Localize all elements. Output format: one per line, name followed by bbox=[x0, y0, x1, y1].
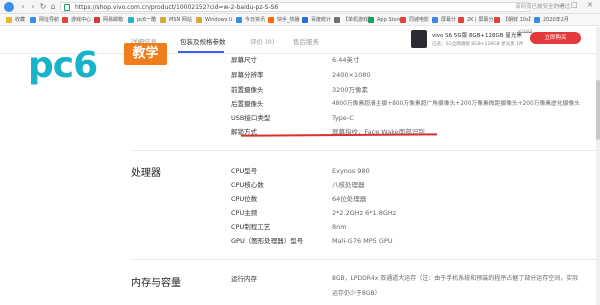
bookmark-item[interactable]: App Store bbox=[368, 16, 402, 24]
spec-label: 运行内存 bbox=[231, 275, 257, 283]
spec-value: 3200万像素 bbox=[332, 86, 369, 94]
spec-label: 后置摄像头 bbox=[231, 100, 264, 108]
spec-label: GPU（图形处理器）型号 bbox=[231, 237, 304, 245]
spec-value: 64位处理器 bbox=[332, 195, 367, 203]
back-icon[interactable]: ‹ bbox=[18, 2, 28, 12]
spec-label: CPU核心数 bbox=[231, 181, 264, 189]
bookmark-item[interactable]: 屏幕分 bbox=[432, 16, 456, 24]
section-divider bbox=[131, 259, 599, 260]
spec-label: USB接口类型 bbox=[231, 114, 271, 122]
section-title-memory: 内存与容量 bbox=[131, 278, 181, 289]
spec-value: 2400×1080 bbox=[332, 71, 371, 79]
spec-value: 运存仍少于8GB） bbox=[332, 290, 381, 297]
spec-label: 前置摄像头 bbox=[231, 86, 264, 94]
home-icon[interactable]: ⌂ bbox=[48, 2, 58, 12]
spec-value: 4800万像素超清主摄+800万像素超广角摄像头+200万像素微距摄像头+200… bbox=[332, 101, 581, 107]
product-name: vivo S6 5G版 8GB+128GB 星光黑 bbox=[432, 33, 522, 39]
bookmark-item[interactable]: 网址导航 bbox=[30, 16, 59, 24]
lock-icon bbox=[64, 4, 70, 11]
spec-value: 八核处理器 bbox=[332, 181, 365, 189]
bookmark-item[interactable]: 2020年2月 bbox=[534, 16, 569, 24]
watermark-badge: 教学 bbox=[124, 43, 167, 65]
bookmark-item[interactable]: 游戏中心 bbox=[62, 16, 91, 24]
bookmark-item[interactable]: 2K | 屏幕分 bbox=[458, 16, 493, 24]
section-divider bbox=[131, 150, 599, 151]
product-thumbnail bbox=[411, 30, 427, 48]
bookmarks-bar: 收藏 网址导航 游戏中心 网易邮箱 pc6一酷 MSN 网站 Windows U… bbox=[0, 14, 600, 26]
spec-value: Mali-G76 MP5 GPU bbox=[332, 237, 393, 245]
close-icon[interactable]: ✕ bbox=[587, 1, 593, 9]
spec-label: CPU位数 bbox=[231, 195, 258, 203]
bookmark-item[interactable]: 收藏 bbox=[6, 16, 25, 24]
scrollbar-thumb[interactable] bbox=[596, 80, 600, 140]
spec-value: 8nm bbox=[332, 223, 347, 231]
tab-reviews[interactable]: 评价 (0) bbox=[250, 36, 274, 46]
spec-value: 8GB，LPDDR4x 双通道大运存（注：由于手机系统和预装的程序占据了部分运存… bbox=[332, 275, 579, 282]
buy-now-button[interactable]: 立即购买 bbox=[530, 32, 581, 44]
maximize-icon[interactable]: □ bbox=[571, 1, 578, 9]
bookmark-item[interactable]: 【朝鲜 10s】 bbox=[494, 16, 534, 24]
spec-label: 屏幕尺寸 bbox=[231, 56, 257, 64]
bookmark-item[interactable]: MSN 网站 bbox=[160, 16, 192, 24]
tab-after-sales[interactable]: 售后服务 bbox=[293, 36, 319, 46]
browser-logo-icon[interactable] bbox=[4, 2, 14, 12]
forward-icon[interactable]: › bbox=[28, 2, 38, 12]
spec-label: CPU型号 bbox=[231, 167, 258, 175]
bookmark-item[interactable]: 快手_热播 bbox=[268, 16, 300, 24]
url-input[interactable]: https://shop.vivo.com.cn/product/1000215… bbox=[60, 2, 530, 12]
product-selection: 已选：5G全网通版 8GB+128GB 星光黑 1件 bbox=[432, 42, 524, 47]
minimize-icon[interactable]: — bbox=[557, 1, 564, 9]
spec-value: Type-C bbox=[332, 114, 354, 122]
bookmark-item[interactable]: pc6一酷 bbox=[128, 16, 156, 24]
tab-specs[interactable]: 包装及规格参数 bbox=[180, 36, 226, 46]
refresh-icon[interactable]: ↻ bbox=[38, 2, 48, 12]
watermark-logo-text: pc6 bbox=[28, 45, 98, 86]
bookmark-item[interactable]: 今日资讯 bbox=[236, 16, 265, 24]
spec-value: 6.44英寸 bbox=[332, 56, 360, 64]
spec-value: Exynos 980 bbox=[332, 167, 370, 175]
pc6-watermark-logo: pc6 教学 bbox=[28, 36, 168, 88]
active-tab-indicator bbox=[178, 51, 224, 53]
section-title-processor: 处理器 bbox=[131, 168, 161, 179]
vertical-scrollbar[interactable] bbox=[596, 27, 600, 305]
spec-value: 2*2.2GHz 6*1.8GHz bbox=[332, 209, 397, 217]
browser-address-bar: ‹ › ↻ ⌂ https://shop.vivo.com.cn/product… bbox=[0, 0, 600, 14]
bookmark-item[interactable]: 同城电影 bbox=[400, 16, 429, 24]
bookmark-item[interactable]: 百度统计 bbox=[302, 16, 331, 24]
url-text: https://shop.vivo.com.cn/product/1000215… bbox=[75, 4, 279, 11]
spec-label: 屏幕分辨率 bbox=[231, 71, 264, 79]
spec-label: CPU制程工艺 bbox=[231, 223, 271, 231]
bookmark-item[interactable]: Windows U bbox=[196, 16, 233, 24]
bookmark-item[interactable]: 网易邮箱 bbox=[94, 16, 123, 24]
spec-label: CPU主频 bbox=[231, 209, 258, 217]
